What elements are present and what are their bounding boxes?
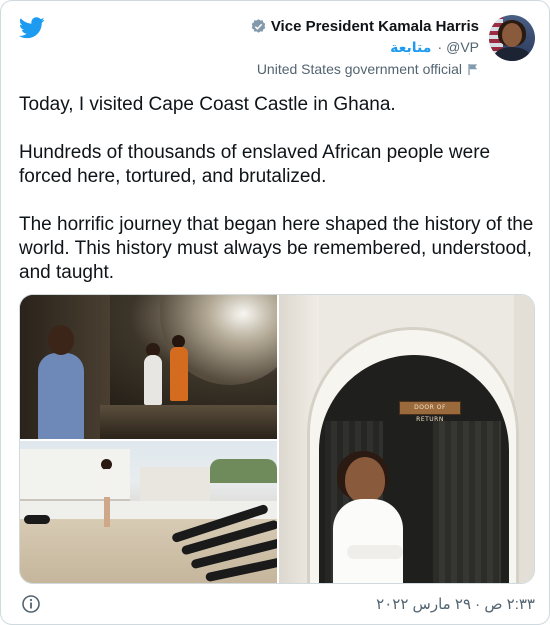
twitter-logo-icon[interactable] [19, 17, 45, 39]
info-icon[interactable] [21, 594, 41, 614]
verified-badge-icon [251, 18, 266, 33]
avatar-body [494, 47, 530, 61]
photo-castle-dungeon[interactable] [20, 295, 277, 439]
photo-door-of-return[interactable]: DOOR OF RETURN [279, 295, 534, 583]
cannon [24, 515, 50, 524]
name-row: Vice President Kamala Harris [250, 15, 479, 37]
p3-door-right [433, 421, 501, 583]
handle-row: متابعة · @VP [250, 37, 479, 57]
tweet-paragraph: Today, I visited Cape Coast Castle in Gh… [19, 94, 396, 115]
government-label[interactable]: United States government official [257, 61, 462, 77]
p1-woman [144, 355, 162, 405]
p2-person [100, 469, 114, 499]
p1-floor [100, 405, 277, 439]
tweet-footer: ٢:٣٣ ص · ٢٩ مارس ٢٠٢٢ [19, 593, 535, 615]
p2-building-small [140, 467, 210, 501]
media-grid: DOOR OF RETURN [19, 294, 535, 584]
author-info: Vice President Kamala Harris متابعة · @V… [250, 15, 479, 79]
tweet-header: Vice President Kamala Harris متابعة · @V… [250, 15, 535, 77]
photo-castle-cannons[interactable] [20, 441, 277, 583]
p2-trees [210, 459, 277, 483]
avatar[interactable] [489, 15, 535, 61]
avatar-face [502, 23, 522, 47]
government-flag-icon [468, 63, 478, 75]
p2-person-legs [104, 497, 110, 527]
p3-person-body [333, 499, 403, 583]
government-label-row: United States government official [250, 59, 479, 79]
tweet-paragraph: Hundreds of thousands of enslaved Africa… [19, 142, 491, 187]
p1-man-head [48, 325, 74, 355]
display-name[interactable]: Vice President Kamala Harris [271, 18, 479, 35]
tweet-card: Vice President Kamala Harris متابعة · @V… [0, 0, 550, 625]
p3-person-head [345, 457, 385, 503]
timestamp[interactable]: ٢:٣٣ ص · ٢٩ مارس ٢٠٢٢ [376, 595, 535, 613]
p3-person-arms [347, 545, 403, 559]
follow-button[interactable]: متابعة [390, 39, 431, 56]
p1-guide [170, 347, 188, 401]
tweet-text: Today, I visited Cape Coast Castle in Gh… [19, 93, 539, 285]
tweet-paragraph: The horrific journey that began here sha… [19, 214, 534, 283]
door-sign: DOOR OF RETURN [399, 401, 461, 423]
p1-man [38, 353, 84, 439]
handle[interactable]: @VP [446, 39, 479, 55]
separator-dot: · [437, 39, 443, 55]
